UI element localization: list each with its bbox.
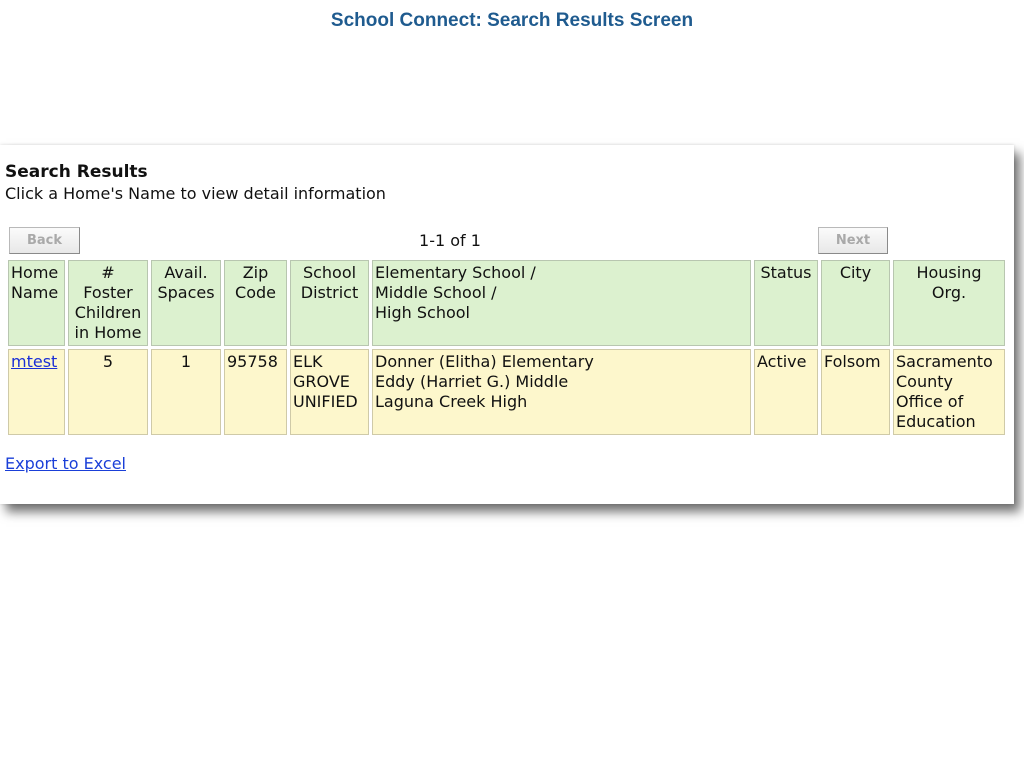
cell-avail-spaces: 1	[151, 349, 221, 435]
column-header-schools: Elementary School / Middle School / High…	[372, 260, 751, 346]
cell-schools: Donner (Elitha) Elementary Eddy (Harriet…	[372, 349, 751, 435]
home-name-link[interactable]: mtest	[11, 352, 57, 371]
table-header-row: Home Name # Foster Children in Home Avai…	[8, 260, 1005, 346]
next-button[interactable]: Next	[818, 227, 888, 254]
cell-status: Active	[754, 349, 818, 435]
export-to-excel-link[interactable]: Export to Excel	[5, 454, 126, 473]
cell-school-district: ELK GROVE UNIFIED	[290, 349, 369, 435]
results-table: Home Name # Foster Children in Home Avai…	[5, 257, 1008, 438]
table-row: mtest 5 1 95758 ELK GROVE UNIFIED Donner…	[8, 349, 1005, 435]
cell-housing-org: Sacramento County Office of Education	[893, 349, 1005, 435]
cell-foster-children: 5	[68, 349, 148, 435]
column-header-foster-children: # Foster Children in Home	[68, 260, 148, 346]
search-results-panel: Search Results Click a Home's Name to vi…	[0, 145, 1014, 504]
cell-zip-code: 95758	[224, 349, 287, 435]
column-header-zip-code: Zip Code	[224, 260, 287, 346]
pager-text: 1-1 of 1	[419, 231, 481, 250]
results-heading: Search Results	[5, 162, 148, 182]
column-header-home-name: Home Name	[8, 260, 65, 346]
cell-city: Folsom	[821, 349, 890, 435]
results-instruction: Click a Home's Name to view detail infor…	[5, 184, 386, 203]
column-header-city: City	[821, 260, 890, 346]
column-header-status: Status	[754, 260, 818, 346]
slide-title: School Connect: Search Results Screen	[330, 10, 694, 31]
column-header-school-district: School District	[290, 260, 369, 346]
cell-home-name: mtest	[8, 349, 65, 435]
column-header-avail-spaces: Avail. Spaces	[151, 260, 221, 346]
back-button[interactable]: Back	[9, 227, 80, 254]
column-header-housing-org: Housing Org.	[893, 260, 1005, 346]
